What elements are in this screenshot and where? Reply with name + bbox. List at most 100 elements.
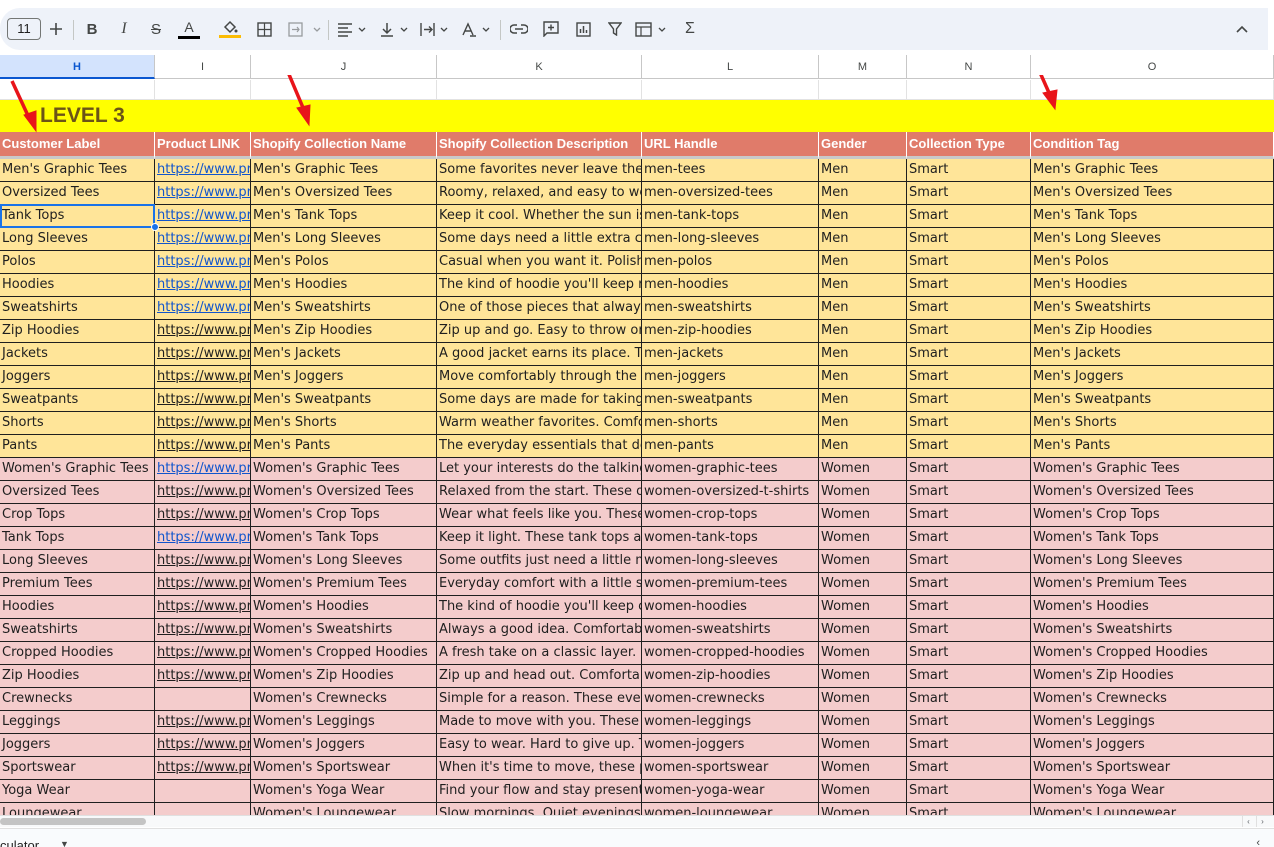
table-cell[interactable]: Relaxed from the start. These ove [437,481,642,504]
sheet-scroll-icon[interactable]: ‹ [1256,837,1260,847]
table-cell[interactable]: Zip Hoodies [0,320,155,343]
table-cell[interactable]: Move comfortably through the da [437,366,642,389]
header-cell[interactable]: URL Handle [642,132,819,159]
strikethrough-icon[interactable]: S [146,17,166,41]
table-cell[interactable]: Pants [0,435,155,458]
table-cell[interactable]: A fresh take on a classic layer. Cro [437,642,642,665]
product-link-cell[interactable]: https://www.pr [155,550,251,573]
table-cell[interactable]: men-oversized-tees [642,182,819,205]
product-link[interactable]: https://www.pr [157,300,250,315]
table-cell[interactable]: Women's Sportswear [1031,757,1274,780]
table-cell[interactable]: Smart [907,205,1031,228]
table-cell[interactable]: Women's Graphic Tees [251,458,437,481]
table-cell[interactable]: Men's Long Sleeves [251,228,437,251]
product-link[interactable]: https://www.pr [157,415,250,430]
table-cell[interactable]: Men [819,297,907,320]
table-cell[interactable]: Smart [907,550,1031,573]
product-link[interactable]: https://www.pr [157,576,250,591]
table-cell[interactable]: women-yoga-wear [642,780,819,803]
table-cell[interactable]: Find your flow and stay present. O [437,780,642,803]
product-link-cell[interactable]: https://www.pr [155,619,251,642]
table-cell[interactable]: Women's Long Sleeves [1031,550,1274,573]
table-cell[interactable]: Men [819,320,907,343]
table-cell[interactable]: Men's Oversized Tees [1031,182,1274,205]
functions-icon[interactable]: Σ [680,17,700,41]
product-link-cell[interactable]: https://www.pr [155,320,251,343]
table-cell[interactable]: men-shorts [642,412,819,435]
vertical-align-icon[interactable] [378,17,412,41]
product-link-cell[interactable]: https://www.pr [155,596,251,619]
product-link-cell[interactable]: https://www.pr [155,527,251,550]
header-cell[interactable]: Shopify Collection Description [437,132,642,159]
table-cell[interactable]: Smart [907,803,1031,815]
product-link[interactable]: https://www.pr [157,760,250,775]
table-cell[interactable]: Men's Shorts [251,412,437,435]
table-cell[interactable]: Men's Graphic Tees [0,159,155,182]
product-link-cell[interactable]: https://www.pr [155,458,251,481]
product-link-cell[interactable]: https://www.pr [155,228,251,251]
horizontal-scrollbar[interactable]: ‹ › [0,815,1274,827]
header-cell[interactable]: Product LINK [155,132,251,159]
borders-icon[interactable] [254,17,274,41]
spreadsheet-grid[interactable]: H I J K L M N O LEVEL 3 Customer Label Product LIN… [0,55,1274,815]
table-cell[interactable]: Crop Tops [0,504,155,527]
table-cell[interactable]: Some days are made for taking it e [437,389,642,412]
table-cell[interactable]: Women's Joggers [1031,734,1274,757]
table-cell[interactable]: women-loungewear [642,803,819,815]
header-cell[interactable]: Condition Tag [1031,132,1274,159]
table-cell[interactable]: Women's Crop Tops [1031,504,1274,527]
product-link[interactable]: https://www.pr [157,645,250,660]
table-cell[interactable]: men-polos [642,251,819,274]
product-link-cell[interactable]: https://www.pr [155,642,251,665]
table-cell[interactable]: Sweatshirts [0,297,155,320]
product-link[interactable]: https://www.pr [157,438,250,453]
table-cell[interactable]: Women's Sportswear [251,757,437,780]
table-cell[interactable]: Men's Zip Hoodies [1031,320,1274,343]
table-cell[interactable]: Smart [907,780,1031,803]
header-cell[interactable]: Customer Label [0,132,155,159]
table-cell[interactable]: men-sweatshirts [642,297,819,320]
table-cell[interactable]: men-tees [642,159,819,182]
table-cell[interactable]: Men's Joggers [251,366,437,389]
table-cell[interactable]: Men's Oversized Tees [251,182,437,205]
table-cell[interactable]: Smart [907,642,1031,665]
scrollbar-thumb[interactable] [0,818,146,825]
product-link-cell[interactable]: https://www.pr [155,205,251,228]
table-cell[interactable]: Men's Polos [251,251,437,274]
table-cell[interactable]: Men's Polos [1031,251,1274,274]
table-cell[interactable]: Women's Yoga Wear [251,780,437,803]
table-cell[interactable]: Crewnecks [0,688,155,711]
table-cell[interactable]: Smart [907,297,1031,320]
table-cell[interactable]: Shorts [0,412,155,435]
table-cell[interactable]: Smart [907,711,1031,734]
product-link[interactable]: https://www.pr [157,461,250,476]
table-cell[interactable]: Women's Graphic Tees [1031,458,1274,481]
table-cell[interactable]: Women [819,573,907,596]
product-link-cell[interactable]: https://www.pr [155,389,251,412]
table-cell[interactable]: Women's Leggings [251,711,437,734]
table-cell[interactable]: Wear what feels like you. These cr [437,504,642,527]
table-cell[interactable]: Men's Hoodies [251,274,437,297]
table-cell[interactable]: The everyday essentials that do th [437,435,642,458]
table-cell[interactable]: Tank Tops [0,205,155,228]
table-cell[interactable]: Women's Sweatshirts [1031,619,1274,642]
product-link-cell[interactable]: https://www.pr [155,274,251,297]
table-cell[interactable]: Smart [907,527,1031,550]
table-cell[interactable]: Men [819,366,907,389]
fill-color-icon[interactable] [218,17,242,41]
table-cell[interactable]: women-hoodies [642,596,819,619]
table-cell[interactable]: Women's Tank Tops [251,527,437,550]
product-link[interactable]: https://www.pr [157,530,250,545]
table-cell[interactable]: Smart [907,619,1031,642]
font-size-input[interactable]: 11 [7,18,41,40]
table-cell[interactable]: Sweatshirts [0,619,155,642]
table-cell[interactable]: Women [819,803,907,815]
table-cell[interactable]: Women's Oversized Tees [251,481,437,504]
sheet-tab-dropdown-icon[interactable]: ▼ [60,839,69,847]
table-cell[interactable]: Women [819,550,907,573]
table-cell[interactable]: Men [819,343,907,366]
product-link[interactable]: https://www.pr [157,185,250,200]
table-cell[interactable]: Smart [907,182,1031,205]
table-cell[interactable]: Men [819,251,907,274]
table-cell[interactable]: Smart [907,596,1031,619]
